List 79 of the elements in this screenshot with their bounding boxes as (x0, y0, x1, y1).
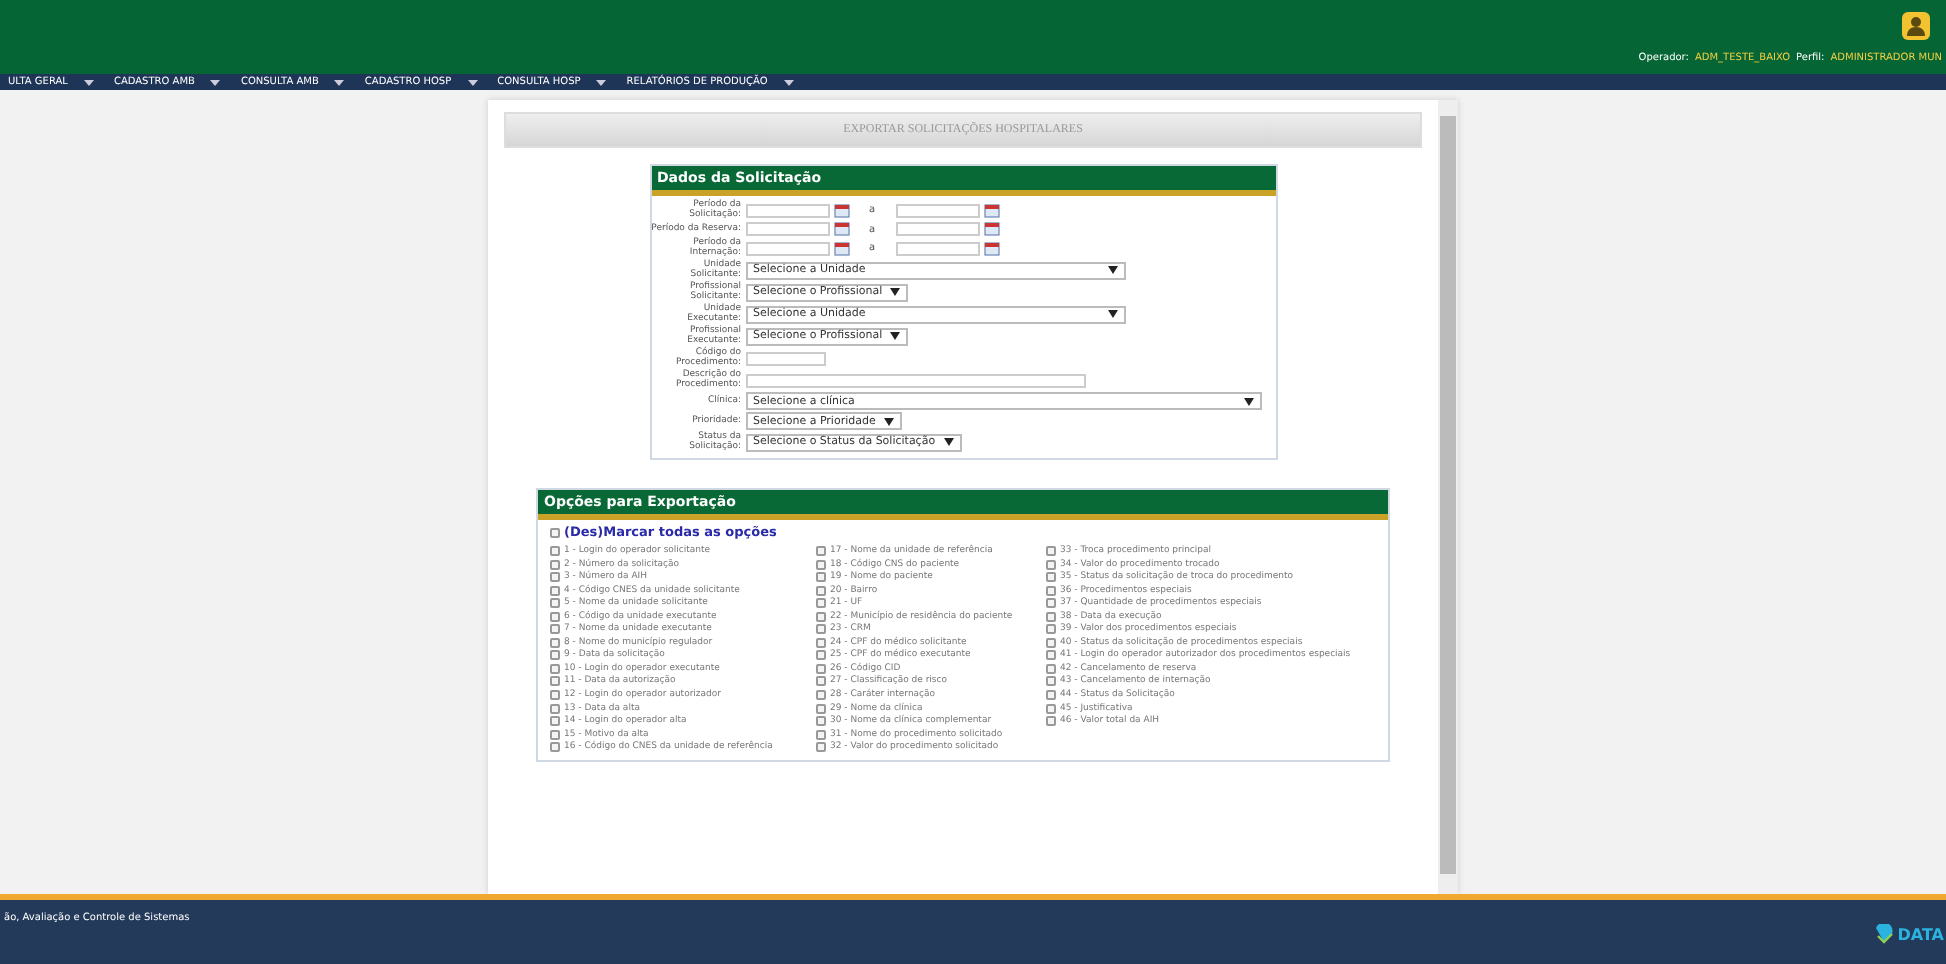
checkbox[interactable] (1046, 663, 1056, 674)
logo-icon (1873, 924, 1894, 944)
dropdown-arrow-icon (883, 417, 894, 425)
dropdown-arrow-icon (890, 288, 901, 296)
checkbox[interactable] (550, 527, 560, 537)
checkbox[interactable] (816, 742, 826, 753)
date-field[interactable] (745, 241, 829, 255)
checkbox[interactable] (1046, 637, 1056, 648)
text-field[interactable] (745, 373, 1085, 387)
checkbox[interactable] (816, 624, 826, 635)
checkbox[interactable] (816, 663, 826, 674)
checkbox[interactable] (550, 598, 560, 609)
checkbox[interactable] (816, 559, 826, 570)
calendar-icon[interactable] (983, 241, 1000, 255)
calendar-icon[interactable] (983, 222, 1000, 236)
checkbox[interactable] (816, 637, 826, 648)
checkbox[interactable] (550, 716, 560, 727)
checkbox[interactable] (816, 611, 826, 622)
checkbox[interactable] (550, 742, 560, 753)
logo-text: DATA (1897, 925, 1944, 943)
checkbox[interactable] (1046, 546, 1056, 556)
checkbox[interactable] (1046, 598, 1056, 609)
checkbox[interactable] (1046, 559, 1056, 570)
checkbox[interactable] (1046, 703, 1056, 714)
dropdown-arrow-icon (1107, 310, 1117, 318)
checkbox[interactable] (550, 690, 560, 701)
dropdown-arrow-icon (1107, 266, 1117, 274)
checkbox[interactable] (816, 546, 826, 556)
dropdown-arrow-icon (1243, 397, 1253, 405)
checkbox[interactable] (550, 559, 560, 570)
checkbox[interactable] (550, 624, 560, 635)
checkbox[interactable] (550, 546, 560, 556)
caret-icon (210, 79, 221, 85)
checkbox[interactable] (816, 650, 826, 661)
checkbox[interactable] (1046, 572, 1056, 583)
caret-icon (334, 79, 345, 85)
checkbox[interactable] (550, 585, 560, 596)
checkbox[interactable] (1046, 624, 1056, 635)
checkbox[interactable] (1046, 716, 1056, 727)
checkbox[interactable] (1046, 676, 1056, 687)
date-field[interactable] (745, 222, 829, 236)
caret-icon (83, 79, 94, 85)
checkbox[interactable] (550, 703, 560, 714)
checkbox[interactable] (550, 729, 560, 740)
date-field[interactable] (895, 241, 980, 255)
checkbox[interactable] (550, 611, 560, 622)
checkbox[interactable] (1046, 650, 1056, 661)
caret-icon (596, 79, 607, 85)
user-icon[interactable] (1902, 12, 1930, 40)
checkbox[interactable] (1046, 611, 1056, 622)
scroll-thumb[interactable] (1440, 116, 1456, 874)
calendar-icon[interactable] (833, 222, 849, 236)
calendar-icon[interactable] (833, 241, 849, 255)
checkbox[interactable] (816, 676, 826, 687)
checkbox[interactable] (816, 729, 826, 740)
date-field[interactable] (895, 203, 980, 217)
checkbox[interactable] (1046, 585, 1056, 596)
checkbox[interactable] (816, 703, 826, 714)
checkbox[interactable] (550, 663, 560, 674)
scrollbar[interactable] (1438, 100, 1458, 894)
date-field[interactable] (895, 222, 980, 236)
checkbox[interactable] (816, 585, 826, 596)
checkbox[interactable] (816, 690, 826, 701)
date-field[interactable] (745, 203, 829, 217)
caret-icon (467, 79, 478, 85)
checkbox[interactable] (550, 637, 560, 648)
dropdown-arrow-icon (943, 438, 954, 446)
checkbox[interactable] (550, 650, 560, 661)
caret-icon (783, 79, 794, 85)
checkbox[interactable] (550, 676, 560, 687)
checkbox[interactable] (1046, 690, 1056, 701)
calendar-icon[interactable] (983, 203, 1000, 217)
checkbox[interactable] (816, 572, 826, 583)
checkbox[interactable] (550, 572, 560, 583)
text-field[interactable] (745, 351, 825, 365)
checkbox[interactable] (816, 716, 826, 727)
dropdown-arrow-icon (890, 332, 901, 340)
calendar-icon[interactable] (833, 203, 849, 217)
checkbox[interactable] (816, 598, 826, 609)
